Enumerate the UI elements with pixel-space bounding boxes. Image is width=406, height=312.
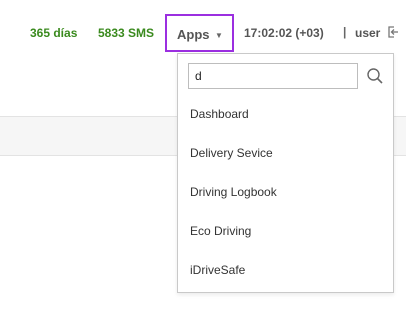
days-counter: 365 días — [30, 26, 78, 40]
menu-item-dashboard[interactable]: Dashboard — [178, 95, 393, 134]
caret-down-icon: ▼ — [215, 31, 223, 40]
apps-dropdown: Dashboard Delivery Sevice Driving Logboo… — [177, 53, 394, 293]
apps-label: Apps — [177, 27, 210, 42]
user-link[interactable]: user — [355, 26, 380, 40]
search-icon[interactable] — [366, 67, 384, 85]
menu-item-eco-driving[interactable]: Eco Driving — [178, 212, 393, 251]
clock: 17:02:02 (+03) — [244, 26, 324, 40]
menu-item-delivery-service[interactable]: Delivery Sevice — [178, 134, 393, 173]
apps-search-input[interactable] — [188, 63, 358, 89]
apps-menu-button[interactable]: Apps ▼ — [165, 14, 234, 52]
logout-icon[interactable] — [386, 25, 400, 39]
menu-item-driving-logbook[interactable]: Driving Logbook — [178, 173, 393, 212]
sms-counter: 5833 SMS — [98, 26, 155, 40]
menu-item-idrivesafe[interactable]: iDriveSafe — [178, 251, 393, 290]
apps-menu-list: Dashboard Delivery Sevice Driving Logboo… — [178, 95, 393, 290]
separator: | — [343, 25, 347, 39]
